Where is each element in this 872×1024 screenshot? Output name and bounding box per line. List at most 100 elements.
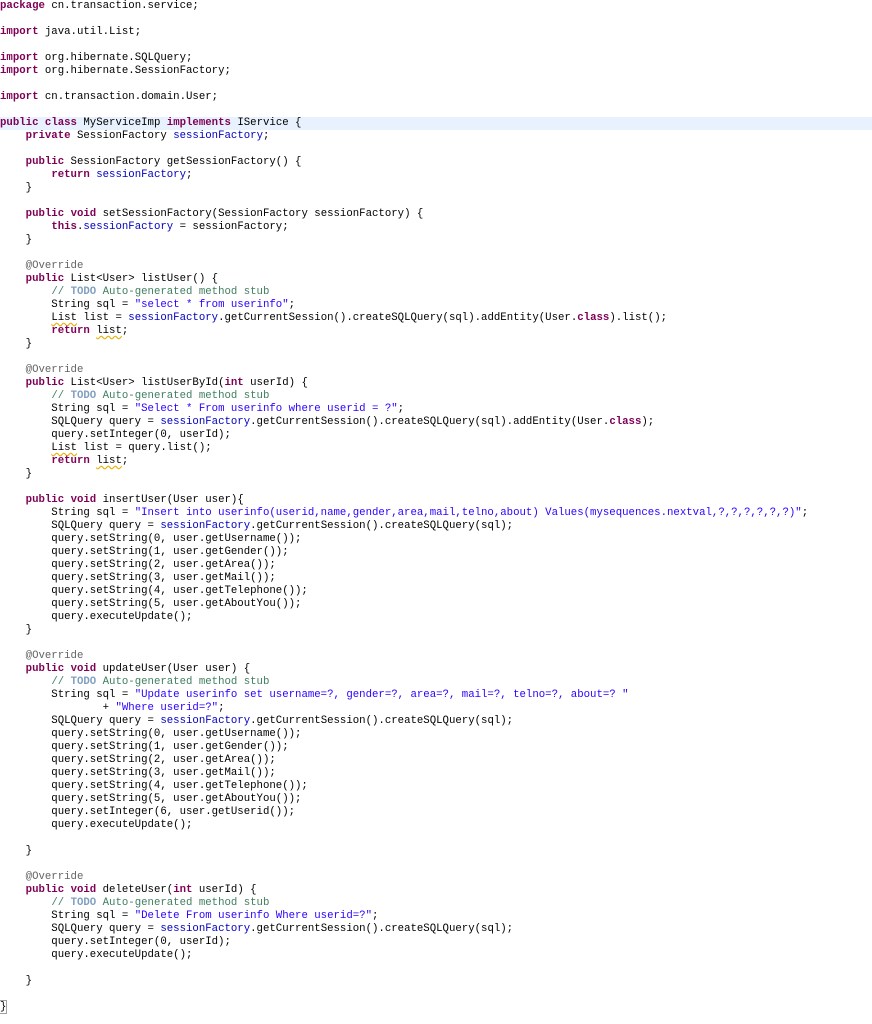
code-text: } [0, 234, 33, 246]
code-line[interactable]: query.executeUpdate(); [0, 949, 872, 962]
code-line[interactable]: } [0, 468, 872, 481]
code-line[interactable]: return sessionFactory; [0, 169, 872, 182]
code-line[interactable]: } [0, 1000, 872, 1014]
code-line[interactable]: SQLQuery query = sessionFactory.getCurre… [0, 520, 872, 533]
code-line[interactable]: public void insertUser(User user){ [0, 494, 872, 507]
code-line[interactable]: query.setString(3, user.getMail()); [0, 572, 872, 585]
keyword-token: return [51, 325, 90, 337]
code-editor[interactable]: package cn.transaction.service; import ja… [0, 0, 872, 1024]
code-line[interactable]: String sql = "select * from userinfo"; [0, 299, 872, 312]
warning-token: List [51, 312, 77, 324]
code-line[interactable]: String sql = "Select * From userinfo whe… [0, 403, 872, 416]
code-line[interactable]: query.setString(2, user.getArea()); [0, 754, 872, 767]
code-line[interactable]: } [0, 234, 872, 247]
comment-token: Auto-generated method stub [96, 390, 270, 402]
field-token: sessionFactory [160, 923, 251, 935]
code-line[interactable]: public class MyServiceImp implements ISe… [0, 117, 872, 130]
code-line[interactable]: // TODO Auto-generated method stub [0, 676, 872, 689]
code-line[interactable]: String sql = "Update userinfo set userna… [0, 689, 872, 702]
code-text: .getCurrentSession().createSQLQuery(sql)… [250, 923, 514, 935]
keyword-token: public [25, 156, 65, 168]
code-text: } [0, 338, 33, 350]
code-text: SQLQuery query = [0, 416, 161, 428]
keyword-token: public [25, 377, 65, 389]
code-line[interactable]: query.setInteger(0, userId); [0, 429, 872, 442]
code-line[interactable]: query.setString(0, user.getUsername()); [0, 533, 872, 546]
code-line[interactable]: query.setString(4, user.getTelephone()); [0, 780, 872, 793]
code-line[interactable]: @Override [0, 260, 872, 273]
code-line[interactable]: String sql = "Insert into userinfo(useri… [0, 507, 872, 520]
code-line[interactable]: query.setString(5, user.getAboutYou()); [0, 793, 872, 806]
code-line[interactable]: @Override [0, 364, 872, 377]
code-text: .getCurrentSession().createSQLQuery(sql)… [250, 520, 514, 532]
code-line[interactable]: } [0, 338, 872, 351]
keyword-token: public [25, 663, 65, 675]
keyword-token: import [0, 52, 39, 64]
code-line[interactable]: SQLQuery query = sessionFactory.getCurre… [0, 416, 872, 429]
string-literal: "Select * From userinfo where userid = ?… [134, 403, 398, 415]
code-line[interactable]: private SessionFactory sessionFactory; [0, 130, 872, 143]
code-text: ); [641, 416, 655, 428]
code-text: query.setString(0, user.getUsername()); [0, 728, 302, 740]
code-line[interactable]: query.setString(1, user.getGender()); [0, 741, 872, 754]
code-line[interactable]: return list; [0, 455, 872, 468]
code-line[interactable]: query.executeUpdate(); [0, 611, 872, 624]
code-line[interactable]: query.setString(4, user.getTelephone()); [0, 585, 872, 598]
code-line[interactable]: // TODO Auto-generated method stub [0, 286, 872, 299]
code-line[interactable]: // TODO Auto-generated method stub [0, 897, 872, 910]
code-line[interactable]: @Override [0, 871, 872, 884]
keyword-token: public [25, 884, 65, 896]
code-text: list = query.list(); [76, 442, 212, 454]
code-line[interactable]: query.setString(2, user.getArea()); [0, 559, 872, 572]
code-line[interactable]: String sql = "Delete From userinfo Where… [0, 910, 872, 923]
code-line[interactable]: package cn.transaction.service; [0, 0, 872, 13]
code-text: insertUser(User user){ [96, 494, 244, 506]
code-line[interactable]: this.sessionFactory = sessionFactory; [0, 221, 872, 234]
code-line[interactable]: @Override [0, 650, 872, 663]
code-line[interactable]: return list; [0, 325, 872, 338]
code-line[interactable]: public List<User> listUser() { [0, 273, 872, 286]
code-line[interactable]: public void deleteUser(int userId) { [0, 884, 872, 897]
comment-token: // [51, 897, 71, 909]
code-line[interactable]: import org.hibernate.SQLQuery; [0, 52, 872, 65]
keyword-token: import [0, 26, 39, 38]
code-line[interactable]: } [0, 624, 872, 637]
code-text: .getCurrentSession().createSQLQuery(sql)… [250, 715, 514, 727]
code-line[interactable]: query.setString(0, user.getUsername()); [0, 728, 872, 741]
field-token: sessionFactory [173, 130, 263, 142]
code-line[interactable]: List list = query.list(); [0, 442, 872, 455]
code-line[interactable]: query.setString(5, user.getAboutYou()); [0, 598, 872, 611]
code-line[interactable]: query.setString(1, user.getGender()); [0, 546, 872, 559]
code-text: query.setString(5, user.getAboutYou()); [0, 793, 302, 805]
code-line[interactable]: + "Where userid=?"; [0, 702, 872, 715]
code-line[interactable]: } [0, 975, 872, 988]
code-line[interactable]: query.setString(3, user.getMail()); [0, 767, 872, 780]
warning-token: List [51, 442, 77, 454]
code-line[interactable]: public void updateUser(User user) { [0, 663, 872, 676]
code-line[interactable]: SQLQuery query = sessionFactory.getCurre… [0, 715, 872, 728]
code-line[interactable]: List list = sessionFactory.getCurrentSes… [0, 312, 872, 325]
code-line[interactable]: SQLQuery query = sessionFactory.getCurre… [0, 923, 872, 936]
code-text: query.setInteger(6, user.getUserid()); [0, 806, 296, 818]
code-line[interactable]: import cn.transaction.domain.User; [0, 91, 872, 104]
code-line[interactable]: query.executeUpdate(); [0, 819, 872, 832]
code-line[interactable]: } [0, 845, 872, 858]
code-line[interactable]: public List<User> listUserById(int userI… [0, 377, 872, 390]
code-line[interactable]: import java.util.List; [0, 26, 872, 39]
code-line[interactable]: public SessionFactory getSessionFactory(… [0, 156, 872, 169]
keyword-token: import [0, 91, 39, 103]
code-line[interactable]: query.setInteger(6, user.getUserid()); [0, 806, 872, 819]
code-line[interactable]: } [0, 182, 872, 195]
code-text: String sql = [0, 910, 135, 922]
keyword-token: int [173, 884, 193, 896]
code-line[interactable]: public void setSessionFactory(SessionFac… [0, 208, 872, 221]
code-line[interactable]: // TODO Auto-generated method stub [0, 390, 872, 403]
code-line[interactable]: import org.hibernate.SessionFactory; [0, 65, 872, 78]
code-line[interactable]: query.setInteger(0, userId); [0, 936, 872, 949]
code-text: query.setInteger(0, userId); [0, 429, 231, 441]
comment-token: // [51, 286, 71, 298]
